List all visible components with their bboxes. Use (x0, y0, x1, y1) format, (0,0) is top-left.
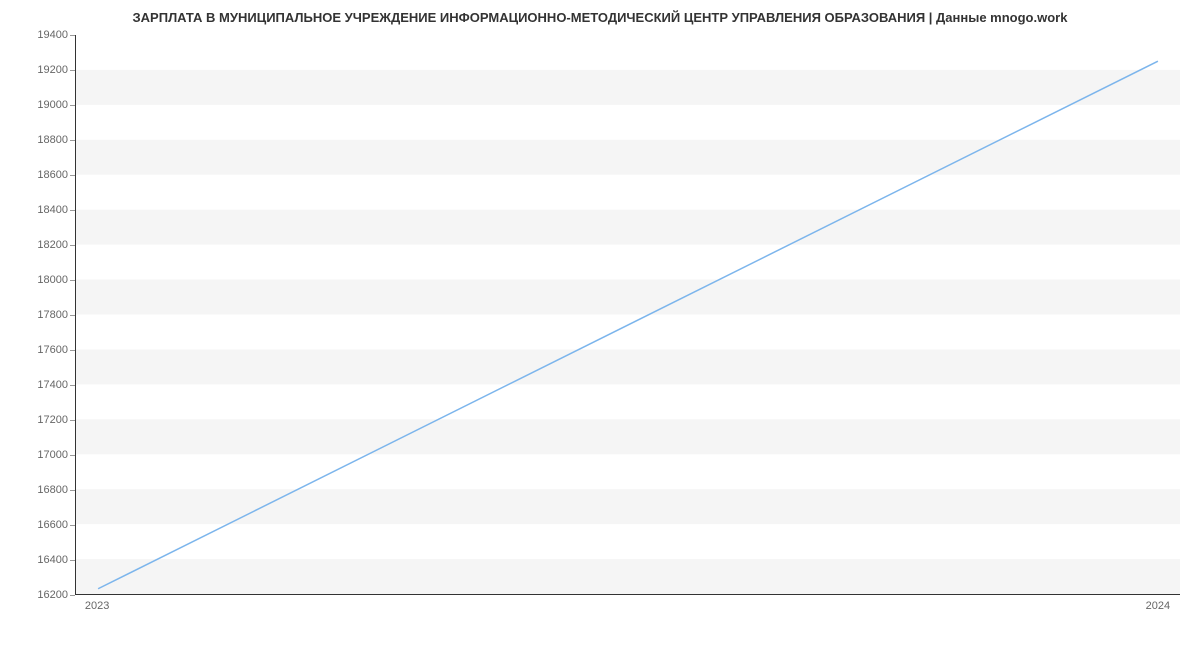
y-tick-mark (70, 210, 75, 211)
y-tick-mark (70, 560, 75, 561)
chart-title: ЗАРПЛАТА В МУНИЦИПАЛЬНОЕ УЧРЕЖДЕНИЕ ИНФО… (0, 10, 1200, 25)
y-tick-label: 18400 (37, 204, 68, 216)
y-tick-mark (70, 245, 75, 246)
y-tick-mark (70, 595, 75, 596)
y-tick-label: 17200 (37, 414, 68, 426)
y-tick-mark (70, 280, 75, 281)
y-tick-mark (70, 490, 75, 491)
y-tick-label: 19000 (37, 99, 68, 111)
x-tick-label: 2024 (1146, 600, 1170, 612)
y-tick-mark (70, 455, 75, 456)
y-tick-label: 17600 (37, 344, 68, 356)
plot-area (75, 35, 1180, 595)
y-tick-mark (70, 315, 75, 316)
y-tick-mark (70, 105, 75, 106)
x-tick-label: 2023 (85, 600, 109, 612)
y-tick-label: 19400 (37, 29, 68, 41)
y-tick-label: 17400 (37, 379, 68, 391)
y-tick-mark (70, 35, 75, 36)
y-tick-mark (70, 525, 75, 526)
y-tick-mark (70, 350, 75, 351)
y-tick-label: 17000 (37, 449, 68, 461)
y-tick-label: 19200 (37, 64, 68, 76)
chart-container: ЗАРПЛАТА В МУНИЦИПАЛЬНОЕ УЧРЕЖДЕНИЕ ИНФО… (0, 0, 1200, 650)
y-tick-mark (70, 175, 75, 176)
y-tick-label: 16400 (37, 554, 68, 566)
y-tick-label: 18200 (37, 239, 68, 251)
data-line-svg (76, 35, 1180, 594)
y-tick-label: 18800 (37, 134, 68, 146)
y-tick-mark (70, 140, 75, 141)
y-tick-mark (70, 420, 75, 421)
y-tick-label: 17800 (37, 309, 68, 321)
y-tick-mark (70, 70, 75, 71)
y-tick-label: 16200 (37, 589, 68, 601)
y-tick-mark (70, 385, 75, 386)
y-tick-label: 16600 (37, 519, 68, 531)
y-tick-label: 18600 (37, 169, 68, 181)
data-line (98, 61, 1158, 589)
y-tick-label: 16800 (37, 484, 68, 496)
y-tick-label: 18000 (37, 274, 68, 286)
